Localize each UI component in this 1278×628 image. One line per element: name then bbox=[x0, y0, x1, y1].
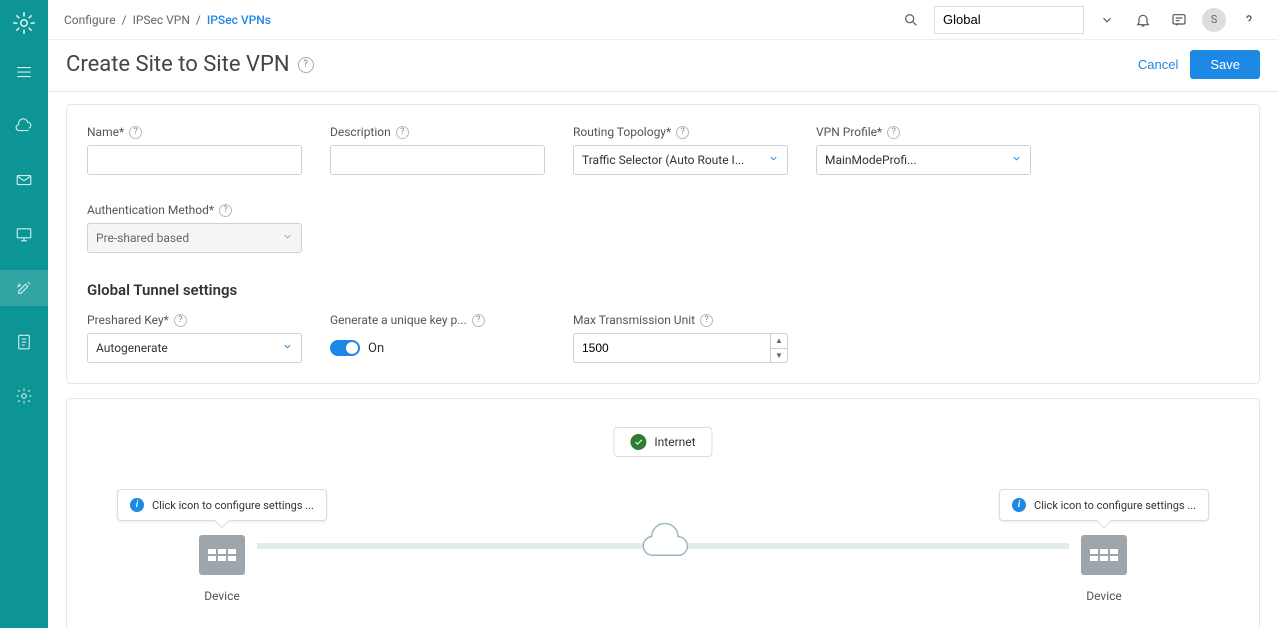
device-left-icon[interactable] bbox=[199, 535, 245, 575]
check-icon bbox=[630, 434, 646, 450]
app-logo-icon bbox=[11, 10, 37, 36]
field-auth-method: Authentication Method*? Pre-shared based bbox=[87, 203, 302, 253]
chevron-down-icon bbox=[1011, 153, 1022, 167]
field-vpn-profile: VPN Profile*? MainModeProfi... bbox=[816, 125, 1031, 175]
mtu-spinner: ▲ ▼ bbox=[770, 333, 788, 363]
left-sidebar bbox=[0, 0, 48, 628]
generate-unique-toggle[interactable] bbox=[330, 340, 360, 356]
name-input[interactable] bbox=[87, 145, 302, 175]
device-left: i Click icon to configure settings ... D… bbox=[117, 489, 327, 603]
help-icon[interactable]: ? bbox=[887, 126, 900, 139]
help-icon[interactable]: ? bbox=[129, 126, 142, 139]
routing-topology-select[interactable]: Traffic Selector (Auto Route I... bbox=[573, 145, 788, 175]
bell-icon[interactable] bbox=[1130, 7, 1156, 33]
help-icon[interactable]: ? bbox=[700, 314, 713, 327]
save-button[interactable]: Save bbox=[1190, 50, 1260, 79]
sidebar-mail-icon[interactable] bbox=[0, 162, 48, 198]
device-right-label: Device bbox=[1086, 589, 1122, 603]
tooltip-right: i Click icon to configure settings ... bbox=[999, 489, 1209, 521]
internet-badge: Internet bbox=[613, 427, 712, 457]
title-help-icon[interactable]: ? bbox=[298, 57, 314, 73]
auth-method-select[interactable]: Pre-shared based bbox=[87, 223, 302, 253]
field-mtu: Max Transmission Unit? ▲ ▼ bbox=[573, 313, 788, 363]
help-icon[interactable]: ? bbox=[219, 204, 232, 217]
breadcrumb-ipsec-vpn[interactable]: IPSec VPN bbox=[133, 13, 190, 27]
field-name: Name*? bbox=[87, 125, 302, 175]
vpn-profile-select[interactable]: MainModeProfi... bbox=[816, 145, 1031, 175]
sidebar-settings-icon[interactable] bbox=[0, 378, 48, 414]
sidebar-tools-icon[interactable] bbox=[0, 270, 48, 306]
chevron-down-icon[interactable] bbox=[1094, 7, 1120, 33]
cloud-icon bbox=[633, 523, 693, 569]
topology-diagram: Internet i Click icon to configure setti… bbox=[66, 398, 1260, 628]
breadcrumb-current: IPSec VPNs bbox=[207, 13, 271, 27]
help-icon[interactable]: ? bbox=[396, 126, 409, 139]
preshared-key-select[interactable]: Autogenerate bbox=[87, 333, 302, 363]
info-icon: i bbox=[1012, 498, 1026, 512]
field-description: Description? bbox=[330, 125, 545, 175]
title-bar: Create Site to Site VPN ? Cancel Save bbox=[48, 40, 1278, 92]
content-area: Name*? Description? Routing Topology*? T… bbox=[48, 92, 1278, 628]
field-routing-topology: Routing Topology*? Traffic Selector (Aut… bbox=[573, 125, 788, 175]
device-right-icon[interactable] bbox=[1081, 535, 1127, 575]
avatar[interactable]: S bbox=[1202, 8, 1226, 32]
tunnel-section-title: Global Tunnel settings bbox=[87, 281, 1239, 299]
help-icon[interactable]: ? bbox=[676, 126, 689, 139]
help-icon[interactable]: ? bbox=[472, 314, 485, 327]
stepper-up-icon[interactable]: ▲ bbox=[771, 334, 787, 349]
sidebar-document-icon[interactable] bbox=[0, 324, 48, 360]
help-icon[interactable]: ? bbox=[174, 314, 187, 327]
field-preshared-key: Preshared Key*? Autogenerate bbox=[87, 313, 302, 363]
breadcrumb: Configure / IPSec VPN / IPSec VPNs bbox=[64, 13, 271, 27]
form-card: Name*? Description? Routing Topology*? T… bbox=[66, 104, 1260, 384]
description-input[interactable] bbox=[330, 145, 545, 175]
mtu-input[interactable] bbox=[573, 333, 770, 363]
help-icon[interactable] bbox=[1236, 7, 1262, 33]
breadcrumb-configure[interactable]: Configure bbox=[64, 13, 116, 27]
scope-input[interactable] bbox=[934, 6, 1084, 34]
stepper-down-icon[interactable]: ▼ bbox=[771, 349, 787, 363]
chevron-down-icon bbox=[768, 153, 779, 167]
sidebar-monitor-icon[interactable] bbox=[0, 216, 48, 252]
info-icon: i bbox=[130, 498, 144, 512]
main-area: Configure / IPSec VPN / IPSec VPNs S Cre… bbox=[48, 0, 1278, 628]
field-generate-unique: Generate a unique key p...? On bbox=[330, 313, 545, 363]
top-header: Configure / IPSec VPN / IPSec VPNs S bbox=[48, 0, 1278, 40]
chevron-down-icon bbox=[282, 231, 293, 245]
cancel-button[interactable]: Cancel bbox=[1126, 51, 1190, 78]
sidebar-menu-icon[interactable] bbox=[0, 54, 48, 90]
device-left-label: Device bbox=[204, 589, 240, 603]
device-right: i Click icon to configure settings ... D… bbox=[999, 489, 1209, 603]
search-icon[interactable] bbox=[898, 7, 924, 33]
feedback-icon[interactable] bbox=[1166, 7, 1192, 33]
sidebar-cloud-icon[interactable] bbox=[0, 108, 48, 144]
tooltip-left: i Click icon to configure settings ... bbox=[117, 489, 327, 521]
toggle-state-label: On bbox=[368, 341, 384, 356]
page-title: Create Site to Site VPN ? bbox=[66, 52, 314, 77]
chevron-down-icon bbox=[282, 341, 293, 355]
